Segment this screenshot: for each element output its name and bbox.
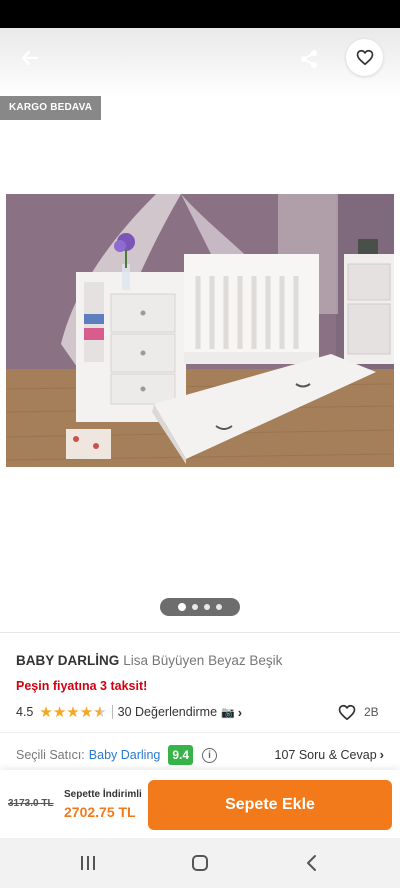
reviews-link[interactable]: 30 Değerlendirme 📷 ›: [118, 705, 242, 720]
questions-link[interactable]: 107 Soru & Cevap ›: [275, 747, 385, 762]
star-icon: ★: [66, 703, 80, 721]
add-to-cart-button[interactable]: Sepete Ekle: [148, 780, 392, 830]
reviews-count: 30 Değerlendirme: [117, 705, 218, 719]
recent-apps-button[interactable]: [73, 851, 103, 875]
like-button[interactable]: 2B: [338, 703, 379, 721]
discounted-price: 2702.75 TL: [64, 804, 136, 820]
discount-label: Sepette İndirimli: [64, 789, 142, 800]
rating-row: 4.5 ★ ★ ★ ★ ★ 30 Değerlendirme 📷 ›: [16, 703, 242, 721]
product-image-gallery[interactable]: KARGO BEDAVA: [0, 28, 400, 632]
pager-dot[interactable]: [216, 604, 222, 610]
recent-apps-icon: [81, 856, 95, 870]
chevron-left-icon: [307, 855, 316, 871]
divider: [111, 705, 113, 719]
installment-text: Peşin fiyatına 3 taksit!: [16, 679, 148, 693]
rating-stars: ★ ★ ★ ★ ★: [39, 705, 106, 720]
heart-outline-icon: [338, 704, 356, 720]
share-icon: [301, 50, 317, 68]
seller-label: Seçili Satıcı:: [16, 748, 85, 762]
home-icon: [192, 855, 208, 871]
product-info: BABY DARLİNG Lisa Büyüyen Beyaz Beşik Peş…: [0, 632, 400, 740]
system-nav-bar: [0, 838, 400, 888]
home-button[interactable]: [185, 851, 215, 875]
system-back-button[interactable]: [297, 851, 327, 875]
rating-value: 4.5: [16, 705, 34, 719]
star-icon: ★: [39, 703, 53, 721]
product-brand[interactable]: BABY DARLİNG: [16, 653, 119, 668]
seller-info: Seçili Satıcı: Baby Darling 9.4 i: [16, 745, 218, 765]
heart-outline-icon: [356, 49, 373, 66]
image-pager[interactable]: [160, 598, 240, 616]
camera-icon: 📷: [221, 706, 235, 719]
info-icon[interactable]: i: [202, 747, 218, 763]
header-shade: [0, 28, 400, 98]
share-button[interactable]: [292, 42, 326, 76]
star-icon: ★: [79, 703, 94, 721]
star-icon: ★: [52, 703, 67, 721]
seller-score-badge: 9.4: [168, 745, 194, 765]
seller-name-link[interactable]: Baby Darling: [89, 748, 161, 762]
arrow-left-icon: [21, 50, 39, 66]
status-bar: [0, 0, 400, 28]
product-title: BABY DARLİNG Lisa Büyüyen Beyaz Beşik: [16, 653, 282, 668]
cart-bar: 3173.0 TL Sepette İndirimli 2702.75 TL S…: [0, 770, 400, 838]
back-button[interactable]: [12, 43, 48, 73]
star-half-icon: ★: [93, 703, 107, 721]
pager-dot[interactable]: [204, 604, 210, 610]
questions-count: 107 Soru & Cevap: [274, 747, 377, 762]
product-photo[interactable]: [6, 194, 394, 467]
free-shipping-badge: KARGO BEDAVA: [0, 96, 102, 120]
pager-dot[interactable]: [192, 604, 198, 610]
old-price: 3173.0 TL: [8, 798, 54, 809]
product-name: Lisa Büyüyen Beyaz Beşik: [123, 653, 283, 668]
like-count: 2B: [364, 705, 379, 719]
chevron-right-icon: ›: [237, 704, 243, 720]
chevron-right-icon: ›: [379, 747, 384, 762]
favorite-button[interactable]: [346, 39, 383, 76]
pager-dot-active[interactable]: [178, 603, 186, 611]
